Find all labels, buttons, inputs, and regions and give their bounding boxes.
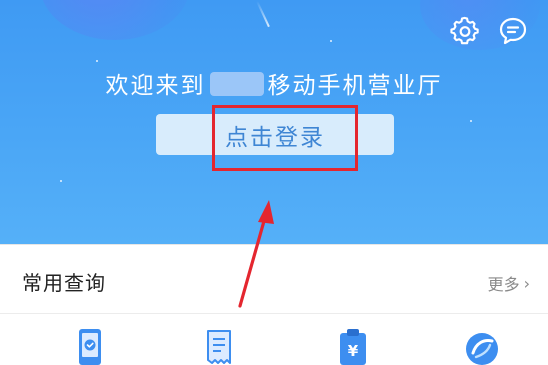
decor-sparkle: [60, 180, 62, 182]
section-title: 常用查询: [22, 271, 106, 295]
decor-streak: [256, 0, 270, 28]
quick-item-bill[interactable]: [200, 327, 240, 365]
settings-button[interactable]: [448, 14, 482, 48]
decor-sparkle: [330, 40, 332, 42]
phone-check-icon: [79, 329, 101, 365]
header-banner: 欢迎来到 移动手机营业厅 点击登录: [0, 0, 548, 244]
redacted-region: [209, 72, 264, 96]
decor-sparkle: [96, 60, 98, 62]
quick-item-data[interactable]: [462, 327, 502, 365]
svg-text:¥: ¥: [348, 342, 359, 360]
divider: [0, 313, 548, 314]
chevron-right-icon: ›: [523, 273, 530, 293]
common-queries-section: 常用查询 更多 › ¥: [0, 244, 548, 365]
flow-circle-icon: [466, 333, 498, 365]
gear-icon: [450, 16, 479, 45]
yuan-clipboard-icon: ¥: [340, 329, 366, 365]
section-header: 常用查询 更多 ›: [0, 263, 548, 303]
quick-item-phone[interactable]: [70, 327, 110, 365]
receipt-icon: [207, 330, 231, 364]
more-link[interactable]: 更多 ›: [488, 271, 530, 295]
quick-item-balance[interactable]: ¥: [334, 327, 374, 365]
chat-bubble-icon: [499, 17, 527, 45]
decor-sparkle: [470, 120, 472, 122]
welcome-suffix: 移动手机营业厅: [267, 73, 443, 99]
more-label: 更多: [487, 275, 520, 294]
app-screen: 欢迎来到 移动手机营业厅 点击登录 常用查询 更多 › ¥: [0, 0, 548, 365]
welcome-text: 欢迎来到 移动手机营业厅: [0, 66, 548, 100]
decor-bubble: [40, 0, 190, 40]
welcome-prefix: 欢迎来到: [105, 73, 206, 99]
message-button[interactable]: [496, 14, 530, 48]
annotation-highlight-box: [212, 105, 358, 171]
